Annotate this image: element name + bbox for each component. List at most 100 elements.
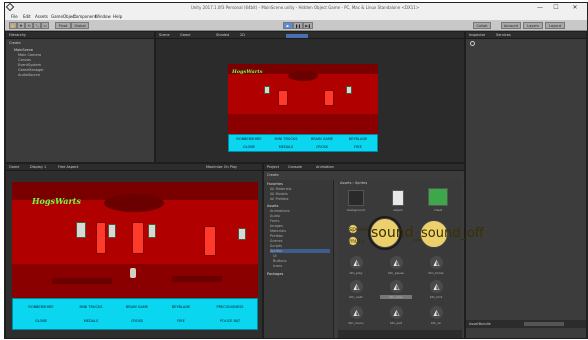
speaker-icon[interactable]: speaker [348, 224, 373, 234]
folder-item[interactable]: Assets [267, 204, 278, 208]
unity-asset-icon[interactable]: ◭ [350, 256, 363, 269]
sound-off-icon[interactable]: sound_off [420, 220, 484, 248]
hand-tool-button[interactable]: ✋ [9, 22, 17, 29]
wall-frame[interactable] [148, 224, 156, 238]
unity-asset-icon[interactable]: ◭ [390, 306, 403, 319]
asset-thumbnail[interactable] [392, 190, 404, 206]
folder-item[interactable]: Packages [267, 272, 283, 276]
asset-thumbnail[interactable] [428, 188, 448, 206]
folder-item[interactable]: Fonts [270, 219, 279, 223]
word-item: MINI TRUCKS [79, 305, 103, 309]
folder-item[interactable]: All Prefabs [270, 197, 288, 201]
unity-asset-icon[interactable]: ◭ [430, 256, 443, 269]
asset-label: btn_play [349, 271, 363, 275]
tab-services[interactable]: Services [496, 33, 511, 37]
account-dropdown[interactable]: Account [501, 22, 521, 29]
folder-item[interactable]: Scripts [270, 244, 282, 248]
step-button[interactable]: ▶❚ [303, 22, 313, 29]
ceiling-lamp [104, 194, 164, 212]
scale-tool-button[interactable]: ⤡ [33, 22, 41, 29]
close-button[interactable]: ✕ [570, 4, 580, 11]
hierarchy-item[interactable]: Canvas [18, 58, 31, 62]
play-button[interactable]: ▶ [283, 22, 293, 29]
scene-word-list: ROBBERSHIRE MINI TRUCKS BRAIN GAME BEYBL… [228, 134, 378, 152]
menu-component[interactable]: Component [73, 14, 96, 19]
folder-item[interactable]: Prefabs [270, 234, 283, 238]
asset-label: btn_hint [429, 295, 443, 299]
unity-asset-icon[interactable]: ◭ [430, 306, 443, 319]
folder-item[interactable]: Materials [270, 229, 286, 233]
aspect-dropdown[interactable]: Free Aspect [58, 165, 78, 169]
word-item: ROBBERSHIRE [28, 305, 54, 309]
menu-window[interactable]: Window [95, 14, 111, 19]
tab-console[interactable]: Console [288, 165, 302, 169]
unity-asset-icon[interactable]: ◭ [390, 280, 403, 293]
unity-asset-icon[interactable]: ◭ [350, 280, 363, 293]
menu-assets[interactable]: Assets [35, 14, 48, 19]
asset-thumbnail[interactable] [348, 190, 364, 206]
project-create-button[interactable]: Create [267, 173, 279, 177]
menu-file[interactable]: File [11, 14, 18, 19]
arched-window [324, 90, 334, 106]
tab-scene[interactable]: Scene [159, 33, 170, 37]
minimize-button[interactable]: — [535, 4, 545, 11]
folder-item[interactable]: All Materials [270, 187, 292, 191]
unity-asset-icon[interactable]: ◭ [390, 256, 403, 269]
window-title: Unity 2017.1.0f3 Personal (64bit) - Main… [190, 5, 420, 10]
tab-hierarchy[interactable]: Hierarchy [9, 33, 26, 37]
hierarchy-item[interactable]: MainScene [14, 48, 33, 52]
tab-inspector[interactable]: Inspector [469, 33, 485, 37]
wall-frame[interactable] [238, 228, 246, 240]
word-item: MEDALS [278, 145, 294, 149]
shading-mode-dropdown[interactable]: Shaded [216, 33, 229, 37]
assetbundle-dropdown[interactable] [524, 322, 564, 326]
maximize-button[interactable]: ☐ [551, 4, 561, 11]
wall-frame[interactable] [108, 224, 116, 238]
layout-dropdown[interactable]: Layout [545, 22, 565, 29]
wall-frame[interactable] [76, 222, 86, 238]
hierarchy-item[interactable]: AudioSource [18, 73, 40, 77]
mute-icon[interactable]: mute [348, 236, 365, 246]
scene-gizmos-button[interactable] [286, 34, 308, 38]
folder-item-selected[interactable]: Sprites [270, 249, 330, 253]
move-tool-button[interactable]: ✥ [17, 22, 25, 29]
folder-item[interactable]: Scenes [270, 239, 283, 243]
rect-tool-button[interactable]: ▭ [41, 22, 49, 29]
maximize-on-play-toggle[interactable]: Maximize On Play [206, 165, 237, 169]
hierarchy-item[interactable]: EventSystem [18, 63, 41, 67]
tab-game-top[interactable]: Game [180, 33, 190, 37]
pause-button[interactable]: ❚❚ [293, 22, 303, 29]
menu-help[interactable]: Help [113, 14, 122, 19]
folder-item[interactable]: Favorites [267, 182, 283, 186]
unity-asset-icon[interactable]: ◭ [430, 280, 443, 293]
global-toggle[interactable]: Global [71, 22, 89, 29]
layers-dropdown[interactable]: Layers [523, 22, 543, 29]
rotate-tool-button[interactable]: ⟲ [25, 22, 33, 29]
menu-bar: File Edit Assets GameObject Component Wi… [5, 13, 587, 20]
folder-item[interactable]: Animations [270, 209, 290, 213]
unity-asset-icon[interactable]: ◭ [350, 306, 363, 319]
word-item: BEYBLADE [348, 137, 368, 141]
collab-button[interactable]: Collab [473, 22, 491, 29]
folder-item[interactable]: Icons [273, 264, 282, 268]
menu-edit[interactable]: Edit [23, 14, 31, 19]
hidden-object[interactable] [130, 268, 136, 278]
display-dropdown[interactable]: Display 1 [30, 165, 46, 169]
word-item: BRAIN GAME [310, 137, 334, 141]
hierarchy-item[interactable]: GameManager [18, 68, 44, 72]
pivot-toggle[interactable]: Pivot [55, 22, 71, 29]
sound-on-icon[interactable]: sound_on [370, 218, 438, 248]
gear-icon[interactable] [470, 41, 475, 46]
2d-toggle[interactable]: 2D [240, 33, 245, 37]
tab-game[interactable]: Game [9, 165, 19, 169]
folder-item[interactable]: Audio [270, 214, 280, 218]
folder-item[interactable]: UI [273, 254, 277, 258]
tab-animation[interactable]: Animation [316, 165, 334, 169]
hierarchy-item[interactable]: Main Camera [18, 53, 41, 57]
tab-project[interactable]: Project [267, 165, 279, 169]
folder-item[interactable]: Images [270, 224, 283, 228]
folder-item[interactable]: All Models [270, 192, 288, 196]
asset-label: btn_pause [388, 271, 404, 275]
hierarchy-create-button[interactable]: Create [9, 41, 21, 45]
folder-item[interactable]: Buttons [273, 259, 287, 263]
